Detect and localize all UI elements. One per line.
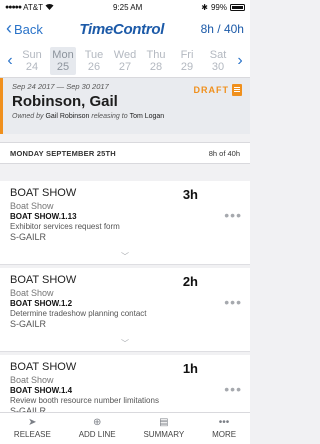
plus-circle-icon: ⊕	[92, 417, 102, 428]
entry-hours[interactable]: 1h	[183, 361, 198, 376]
entry-resource: S-GAILR	[10, 232, 47, 242]
total-hours[interactable]: 8h / 40h	[201, 22, 244, 36]
expand-chevron-icon[interactable]: ﹀	[121, 251, 129, 262]
entry-description: Review booth resource number limitations	[10, 396, 159, 405]
tab-more[interactable]: ••• MORE	[212, 417, 236, 440]
entry-resource: S-GAILR	[10, 319, 47, 329]
entry-client: Boat Show	[10, 201, 54, 211]
day-list: Sun 24 Mon 25 Tue 26 Wed 27 Thu 28 Fri 29 Sat 3…	[17, 46, 233, 75]
app-title: TimeControl	[79, 20, 165, 38]
day-wed[interactable]: Wed 27	[112, 47, 138, 75]
status-bar: ●●●●● AT&T 9:25 AM ✱ 99%	[0, 0, 250, 14]
entry-description: Exhibitor services request form	[10, 222, 120, 231]
week-selector: ‹ Sun 24 Mon 25 Tue 26 Wed 27 Thu 28 Fri 29 Sa…	[0, 44, 250, 78]
entry-project: BOAT SHOW	[10, 187, 77, 199]
time-entry[interactable]: BOAT SHOW Boat Show BOAT SHOW.1.2 Determ…	[0, 268, 250, 352]
clock: 9:25 AM	[112, 2, 143, 12]
day-thu[interactable]: Thu 28	[143, 47, 169, 75]
day-sat[interactable]: Sat 30	[205, 47, 231, 75]
time-entry[interactable]: BOAT SHOW Boat Show BOAT SHOW.1.13 Exhib…	[0, 181, 250, 265]
entry-task-code: BOAT SHOW.1.4	[10, 386, 73, 395]
chevron-left-icon: ‹	[6, 18, 12, 38]
day-tue[interactable]: Tue 26	[81, 47, 107, 75]
tab-summary[interactable]: ▤ SUMMARY	[143, 417, 184, 440]
carrier-label: AT&T	[23, 2, 43, 12]
bluetooth-icon: ✱	[201, 2, 208, 12]
timesheet-header[interactable]: Sep 24 2017 — Sep 30 2017 Robinson, Gail…	[0, 78, 250, 134]
more-options-icon[interactable]: •••	[224, 207, 242, 223]
entry-client: Boat Show	[10, 375, 54, 385]
more-icon: •••	[218, 417, 230, 428]
entry-list: BOAT SHOW Boat Show BOAT SHOW.1.13 Exhib…	[0, 181, 250, 442]
entry-task-code: BOAT SHOW.1.2	[10, 299, 73, 308]
release-to-name: Tom Logan	[129, 113, 165, 120]
day-fri[interactable]: Fri 29	[174, 47, 200, 75]
tab-add-line[interactable]: ⊕ ADD LINE	[79, 417, 116, 440]
previous-week-button[interactable]: ‹	[3, 52, 17, 70]
expand-chevron-icon[interactable]: ﹀	[121, 338, 129, 349]
document-icon	[232, 84, 242, 96]
entry-client: Boat Show	[10, 288, 54, 298]
wifi-icon	[45, 3, 54, 12]
day-title: MONDAY SEPTEMBER 25TH	[10, 148, 116, 158]
entry-hours[interactable]: 2h	[183, 274, 198, 289]
battery-percent: 99%	[210, 2, 227, 12]
battery-icon	[229, 3, 245, 11]
entry-project: BOAT SHOW	[10, 361, 77, 373]
day-sun[interactable]: Sun 24	[19, 47, 45, 75]
back-button[interactable]: ‹ Back	[6, 18, 43, 38]
signal-icon: ●●●●●	[5, 3, 22, 11]
entry-task-code: BOAT SHOW.1.13	[10, 212, 77, 221]
day-mon[interactable]: Mon 25	[50, 46, 76, 75]
tab-release[interactable]: ➤ RELEASE	[14, 417, 51, 440]
owner-name: Gail Robinson	[45, 113, 90, 120]
next-week-button[interactable]: ›	[233, 52, 247, 70]
day-header: MONDAY SEPTEMBER 25TH 8h of 40h	[0, 142, 250, 164]
entry-hours[interactable]: 3h	[183, 187, 198, 202]
entry-description: Determine tradeshow planning contact	[10, 309, 147, 318]
summary-list-icon: ▤	[159, 417, 169, 428]
send-icon: ➤	[28, 417, 37, 428]
more-options-icon[interactable]: •••	[224, 381, 242, 397]
navigation-bar: ‹ Back TimeControl 8h / 40h	[0, 14, 250, 44]
status-badge[interactable]: DRAFT	[194, 84, 242, 96]
back-label: Back	[14, 21, 43, 37]
tab-bar: ➤ RELEASE ⊕ ADD LINE ▤ SUMMARY ••• MORE	[0, 412, 250, 444]
day-hours: 8h of 40h	[208, 148, 240, 158]
entry-project: BOAT SHOW	[10, 274, 77, 286]
more-options-icon[interactable]: •••	[224, 294, 242, 310]
timesheet-ownership: Owned by Gail Robinson releasing to Tom …	[12, 113, 165, 120]
